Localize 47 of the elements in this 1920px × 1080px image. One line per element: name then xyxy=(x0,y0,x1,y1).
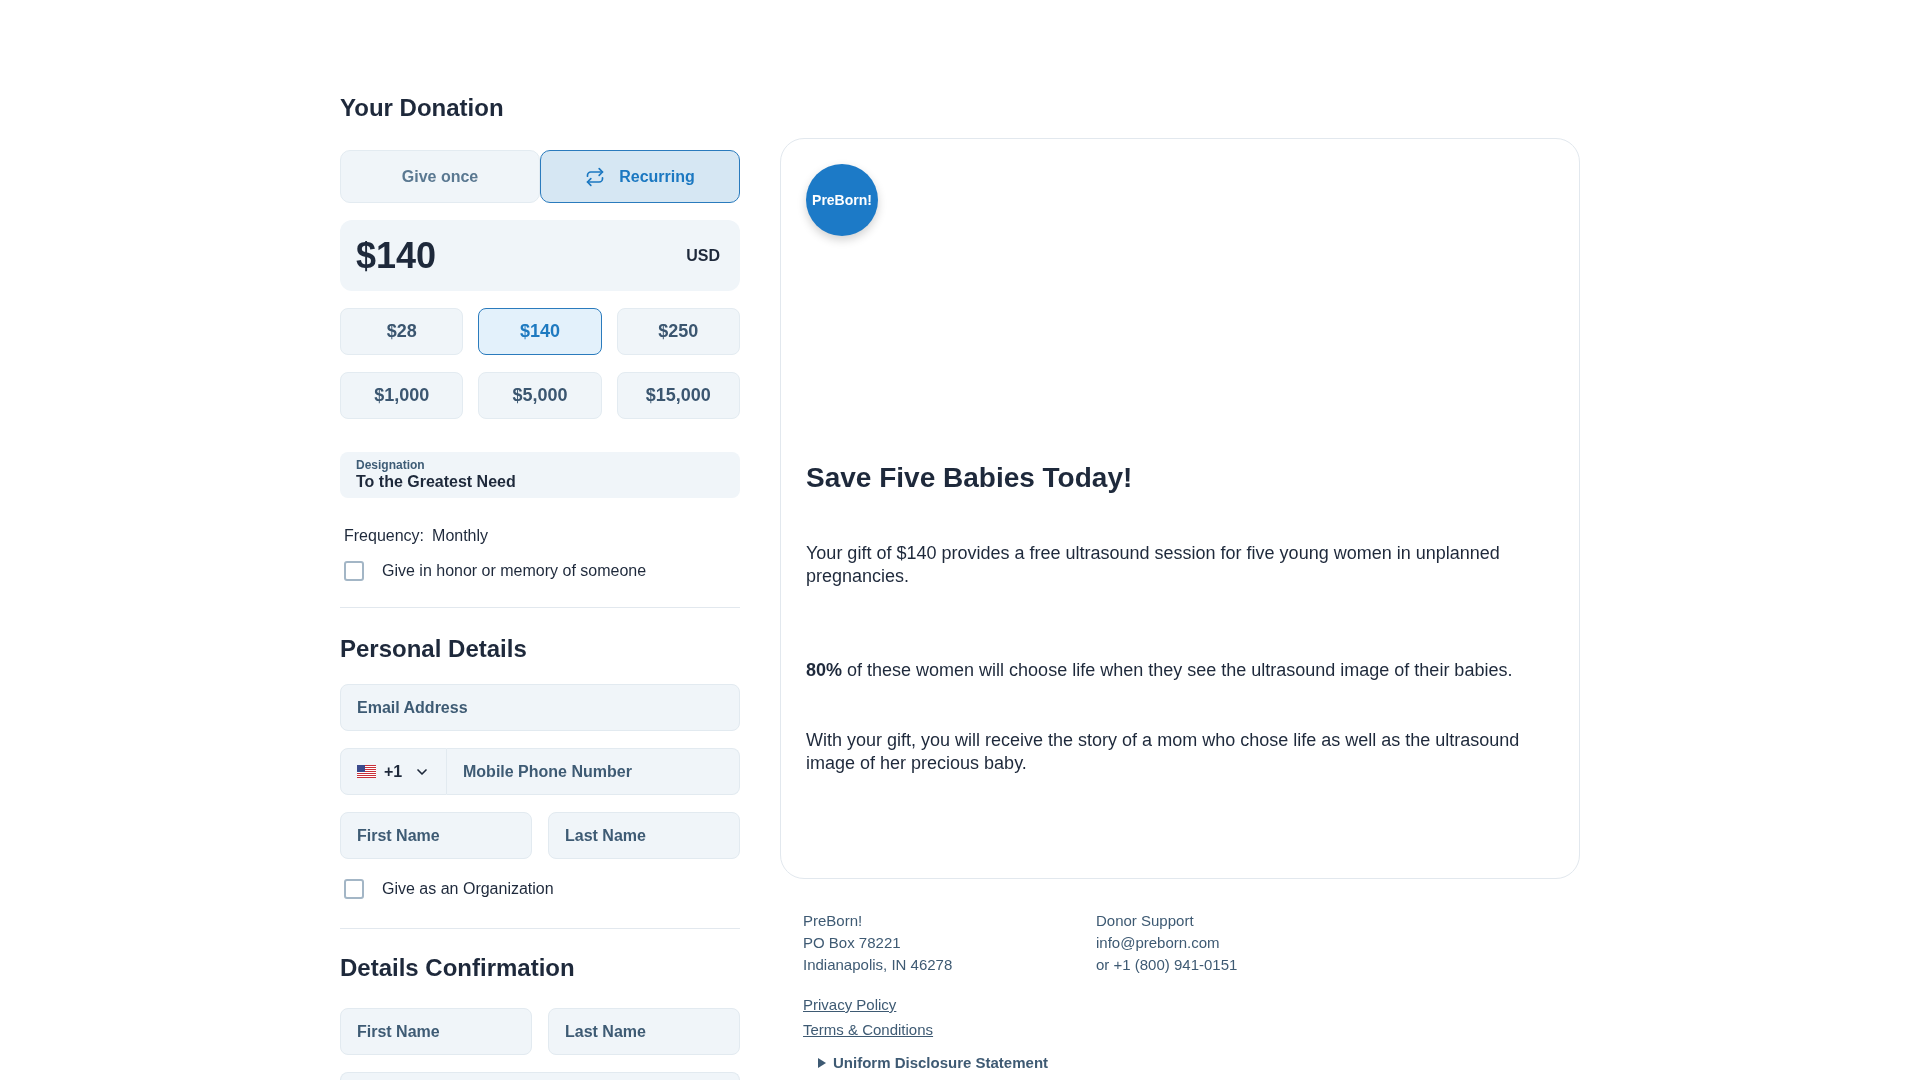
first-name-field[interactable]: First Name xyxy=(340,1008,532,1055)
section-title: Details Confirmation xyxy=(340,953,576,983)
footer-link[interactable]: Privacy Policy xyxy=(803,994,897,1016)
designation-value: To the Greatest Need xyxy=(356,472,517,492)
support-line: Donor Support xyxy=(1096,911,1195,931)
amount-option[interactable]: $15,000 xyxy=(616,372,740,419)
input-field[interactable] xyxy=(340,1072,740,1080)
designation-label: Designation xyxy=(356,458,426,472)
checkbox[interactable] xyxy=(344,561,364,581)
frequency-label: Frequency: xyxy=(344,526,425,546)
support-line: or +1 (800) 941-0151 xyxy=(1096,955,1238,975)
support-line: info@preborn.com xyxy=(1096,933,1221,953)
checkbox-label: Give in honor or memory of someone xyxy=(382,561,647,581)
amount-value: $140 xyxy=(356,233,437,278)
checkbox-label: Give as an Organization xyxy=(382,879,554,899)
currency-label: USD xyxy=(686,245,720,266)
logo-badge: PreBorn! xyxy=(806,164,878,236)
phone-field[interactable]: Mobile Phone Number xyxy=(447,748,740,795)
amount-option[interactable]: $1,000 xyxy=(340,372,464,419)
country-code-select[interactable]: +1 xyxy=(340,748,447,795)
frequency-tab[interactable]: Recurring xyxy=(540,150,740,203)
amount-field[interactable]: $140 USD xyxy=(340,220,740,291)
address-line: PreBorn! xyxy=(803,911,864,931)
address-line: PO Box 78221 xyxy=(803,933,902,953)
address-line: Indianapolis, IN 46278 xyxy=(803,955,954,975)
last-name-field[interactable]: Last Name xyxy=(548,1008,740,1055)
campaign-title: Save Five Babies Today! xyxy=(806,461,1134,495)
amount-option[interactable]: $140 xyxy=(478,308,602,355)
last-name-field[interactable]: Last Name xyxy=(548,812,740,859)
campaign-paragraph: With your gift, you will receive the story of a mom who chose life as well as the ultrasound image of her precious baby. xyxy=(806,729,1521,775)
repeat-icon xyxy=(585,166,606,187)
section-title: Personal Details xyxy=(340,634,528,664)
email-field[interactable]: Email Address xyxy=(340,684,740,731)
amount-option[interactable]: $28 xyxy=(340,308,464,355)
designation-field[interactable]: Designation To the Greatest Need xyxy=(340,452,740,498)
footer-link[interactable]: Terms & Conditions xyxy=(803,1019,934,1041)
disclosure-toggle[interactable]: Uniform Disclosure Statement xyxy=(818,1053,1049,1073)
section-title: Your Donation xyxy=(340,93,505,123)
checkbox[interactable] xyxy=(344,879,364,899)
frequency-value: Monthly xyxy=(432,526,489,546)
campaign-paragraph: Your gift of $140 provides a free ultrasound session for five young women in unplanned pregnancies. xyxy=(806,542,1501,588)
amount-option[interactable]: $5,000 xyxy=(478,372,602,419)
first-name-field[interactable]: First Name xyxy=(340,812,532,859)
amount-option[interactable]: $250 xyxy=(616,308,740,355)
campaign-paragraph: 80% of these women will choose life when they see the ultrasound image of their babies. xyxy=(806,659,1514,682)
frequency-tab[interactable]: Give once xyxy=(340,150,540,203)
flag-icon xyxy=(357,765,376,778)
